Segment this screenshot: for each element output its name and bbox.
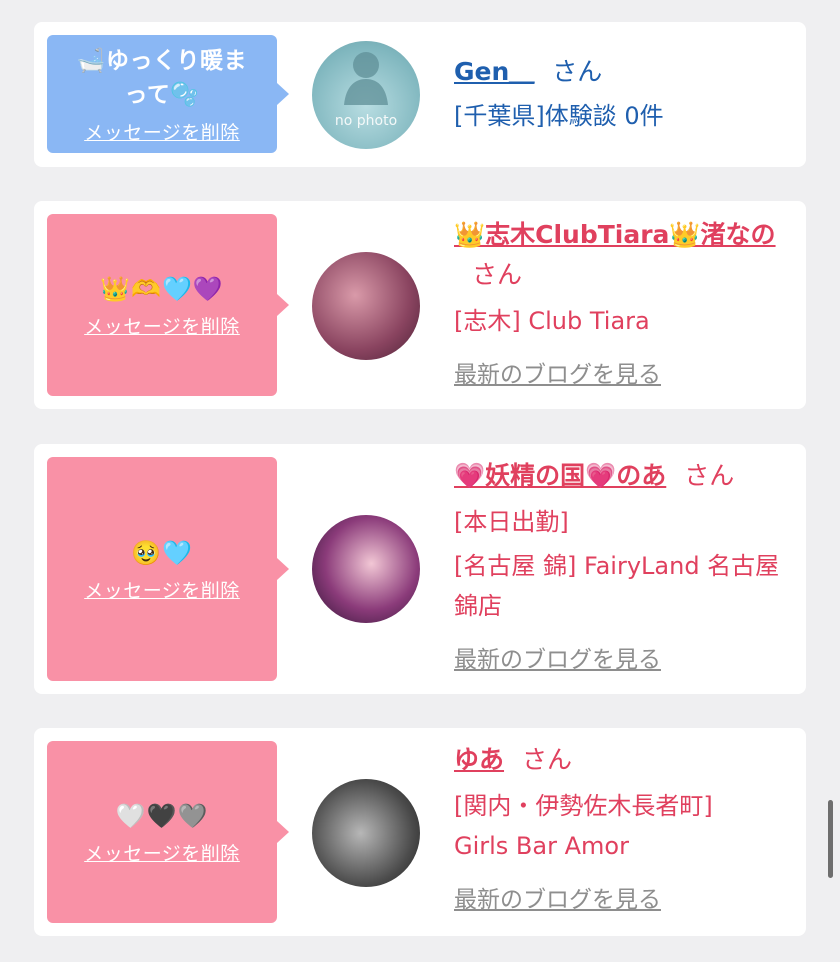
message-card: 👑🫶🩵💜 メッセージを削除 👑志木ClubTiara👑渚なのさん [志木] Cl… — [34, 201, 806, 409]
no-photo-caption: no photo — [334, 113, 398, 129]
message-bubble: 👑🫶🩵💜 メッセージを削除 — [47, 214, 289, 396]
message-text: 🥹🩵 — [131, 538, 193, 567]
delete-message-link[interactable]: メッセージを削除 — [84, 118, 240, 145]
message-text: 👑🫶🩵💜 — [100, 274, 224, 303]
avatar[interactable]: no photo — [312, 41, 420, 149]
latest-blog-link[interactable]: 最新のブログを見る — [454, 880, 754, 920]
detail-line: [志木] Club Tiara — [454, 307, 650, 335]
avatar[interactable] — [312, 779, 420, 887]
delete-message-link[interactable]: メッセージを削除 — [84, 839, 240, 866]
latest-blog-link[interactable]: 最新のブログを見る — [454, 355, 794, 395]
message-bubble: 🥹🩵 メッセージを削除 — [47, 457, 289, 681]
honorific: さん — [522, 745, 573, 774]
card-info: Gen＿ さん [千葉県]体験談 0件 — [454, 52, 794, 136]
message-bubble: 🛁ゆっくり暖まって🫧 メッセージを削除 — [47, 35, 289, 153]
person-silhouette-icon — [344, 52, 388, 105]
honorific: さん — [552, 57, 603, 86]
detail-line: [本日出勤] — [454, 508, 569, 536]
message-card: 🤍🖤🩶 メッセージを削除 ゆあ さん [関内・伊勢佐木長者町] Girls Bar… — [34, 728, 806, 936]
detail-line: [関内・伊勢佐木長者町] Girls Bar Amor — [454, 792, 713, 860]
user-name-link[interactable]: 👑志木ClubTiara👑渚なの — [454, 220, 776, 249]
detail-line: [名古屋 錦] FairyLand 名古屋錦店 — [454, 552, 780, 620]
avatar[interactable] — [312, 515, 420, 623]
latest-blog-link[interactable]: 最新のブログを見る — [454, 640, 794, 680]
scrollbar[interactable] — [828, 800, 833, 878]
honorific: さん — [472, 260, 523, 289]
message-bubble: 🤍🖤🩶 メッセージを削除 — [47, 741, 289, 923]
user-name-link[interactable]: ゆあ — [454, 745, 504, 774]
delete-message-link[interactable]: メッセージを削除 — [84, 312, 240, 339]
user-name-link[interactable]: 💗妖精の国💗のあ — [454, 461, 666, 490]
delete-message-link[interactable]: メッセージを削除 — [84, 576, 240, 603]
message-card: 🥹🩵 メッセージを削除 💗妖精の国💗のあ さん [本日出勤] [名古屋 錦] Fa… — [34, 444, 806, 694]
card-info: ゆあ さん [関内・伊勢佐木長者町] Girls Bar Amor 最新のブログを… — [454, 740, 754, 920]
card-info: 👑志木ClubTiara👑渚なのさん [志木] Club Tiara 最新のブロ… — [454, 215, 794, 395]
honorific: さん — [684, 461, 735, 490]
user-name-link[interactable]: Gen＿ — [454, 57, 534, 86]
avatar[interactable] — [312, 252, 420, 360]
message-card: 🛁ゆっくり暖まって🫧 メッセージを削除 no photo Gen＿ さん [千葉県… — [34, 22, 806, 167]
message-text: 🤍🖤🩶 — [115, 801, 209, 830]
card-info: 💗妖精の国💗のあ さん [本日出勤] [名古屋 錦] FairyLand 名古屋錦… — [454, 456, 794, 680]
detail-line: [千葉県]体験談 0件 — [454, 102, 664, 130]
message-text: 🛁ゆっくり暖まって🫧 — [76, 47, 248, 108]
